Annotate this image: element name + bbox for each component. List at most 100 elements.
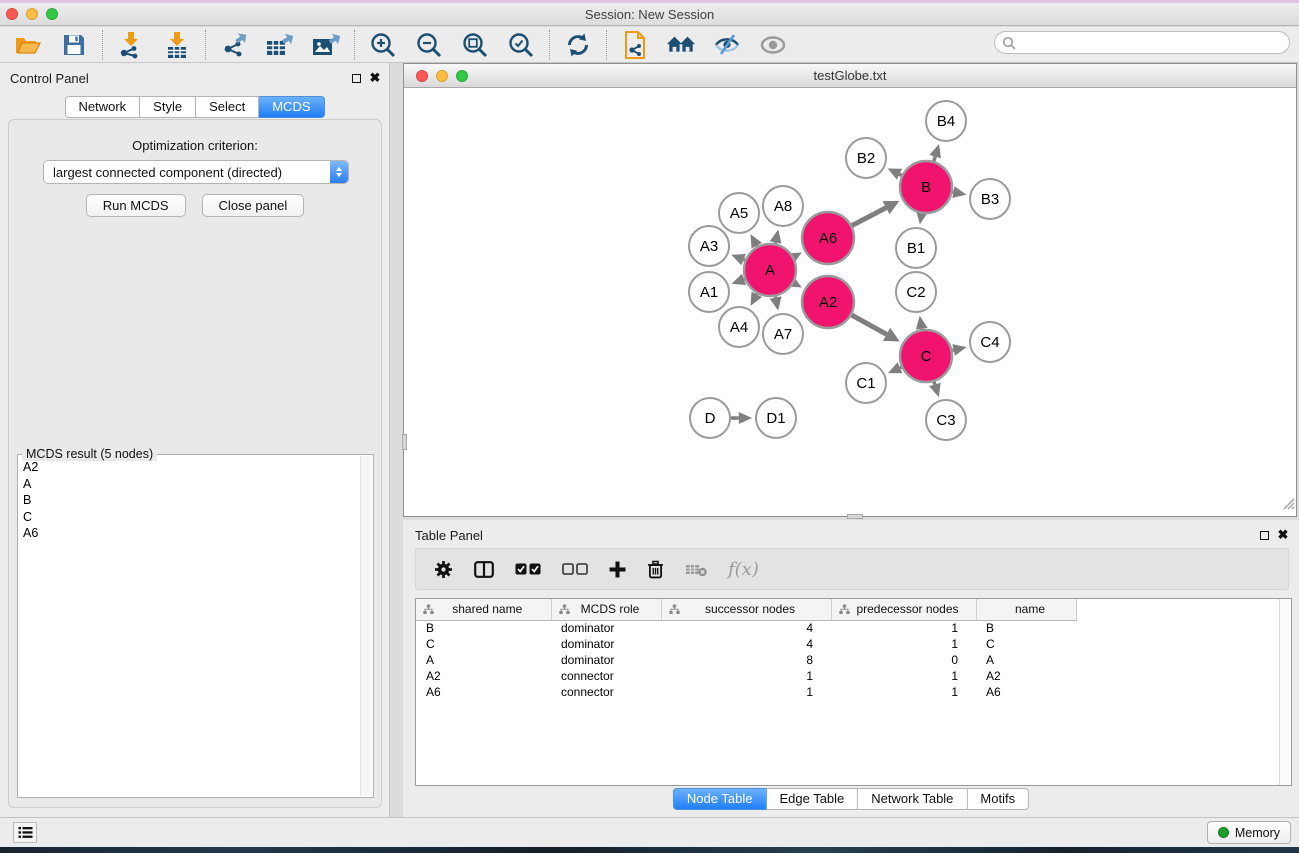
zoom-in-icon[interactable]: [368, 30, 398, 60]
edge-A6-B[interactable]: [852, 208, 886, 226]
window-title: Session: New Session: [585, 7, 714, 22]
float-icon: [1260, 531, 1269, 540]
float-panel-button[interactable]: [349, 71, 363, 85]
table-tab-motifs[interactable]: Motifs: [967, 788, 1029, 810]
search-input[interactable]: [1016, 33, 1289, 52]
mcds-result-list[interactable]: A2ABCA6: [19, 459, 360, 796]
network-zoom-button[interactable]: [456, 70, 468, 82]
column-type-icon: [839, 604, 850, 615]
close-panel-button-mcds[interactable]: Close panel: [202, 194, 305, 217]
memory-status-icon: [1218, 827, 1229, 838]
network-titlebar[interactable]: testGlobe.txt: [404, 64, 1296, 88]
network-canvas[interactable]: AA1A2A3A4A5A6A7A8BB1B2B3B4CC1C2C3C4DD1: [404, 89, 1296, 516]
status-bar: Memory: [0, 817, 1299, 847]
toggle-columns-icon[interactable]: [474, 561, 494, 578]
column-header-predecessor-nodes[interactable]: predecessor nodes: [831, 599, 976, 620]
tab-select[interactable]: Select: [196, 96, 259, 118]
mcds-result-item[interactable]: A6: [19, 525, 360, 542]
edge-C-C3[interactable]: [934, 382, 935, 385]
mcds-result-item[interactable]: C: [19, 509, 360, 526]
deselect-all-icon[interactable]: [562, 563, 588, 575]
table-row[interactable]: Adominator80A: [416, 652, 1076, 668]
zoom-fit-icon[interactable]: [460, 30, 490, 60]
arrowhead-icon: [929, 383, 940, 397]
close-panel-button[interactable]: ✖: [368, 71, 382, 85]
node-label-A8: A8: [774, 198, 792, 215]
export-network-icon[interactable]: [219, 30, 249, 60]
table-tab-node-table[interactable]: Node Table: [673, 788, 767, 810]
node-label-C3: C3: [936, 412, 955, 429]
save-icon[interactable]: [59, 30, 89, 60]
table-float-button[interactable]: [1257, 528, 1271, 542]
select-all-icon[interactable]: [515, 563, 541, 575]
zoom-out-icon[interactable]: [414, 30, 444, 60]
edge-B-B4[interactable]: [934, 157, 935, 162]
result-scrollbar[interactable]: [360, 456, 372, 796]
import-table-icon[interactable]: [162, 30, 192, 60]
control-panel-tabs: NetworkStyleSelectMCDS: [64, 96, 324, 118]
node-label-D1: D1: [766, 410, 785, 427]
table-panel-title: Table Panel: [415, 528, 483, 543]
settings-gear-icon[interactable]: [434, 560, 453, 579]
houses-icon[interactable]: [666, 30, 696, 60]
function-builder-icon[interactable]: f(x): [728, 559, 759, 580]
delete-column-icon[interactable]: [647, 560, 664, 579]
delete-table-icon[interactable]: [685, 562, 707, 577]
table-row[interactable]: Cdominator41C: [416, 636, 1076, 652]
minimize-window-button[interactable]: [26, 8, 38, 20]
network-window: testGlobe.txt AA1A2A3A4A5A6A7A8BB1B2B3B4…: [403, 63, 1297, 517]
network-close-button[interactable]: [416, 70, 428, 82]
refresh-icon[interactable]: [563, 30, 593, 60]
edge-A2-C[interactable]: [852, 315, 887, 334]
search-field[interactable]: [994, 31, 1290, 54]
tab-mcds[interactable]: MCDS: [259, 96, 324, 118]
node-label-D: D: [705, 410, 716, 427]
network-minimize-button[interactable]: [436, 70, 448, 82]
run-mcds-button[interactable]: Run MCDS: [86, 194, 186, 217]
task-history-button[interactable]: [13, 822, 37, 843]
table-row[interactable]: A2connector11A2: [416, 668, 1076, 684]
export-image-icon[interactable]: [311, 30, 341, 60]
tab-style[interactable]: Style: [140, 96, 196, 118]
column-header-successor-nodes[interactable]: successor nodes: [661, 599, 831, 620]
table-close-button[interactable]: ✖: [1276, 528, 1290, 542]
column-type-icon: [669, 604, 680, 615]
node-label-B: B: [921, 179, 931, 196]
show-eye-icon[interactable]: [758, 30, 788, 60]
column-header-name[interactable]: name: [976, 599, 1076, 620]
clone-network-icon[interactable]: [620, 30, 650, 60]
table-tab-edge-table[interactable]: Edge Table: [766, 788, 858, 810]
import-network-icon[interactable]: [116, 30, 146, 60]
node-label-C2: C2: [906, 284, 925, 301]
add-column-icon[interactable]: [609, 561, 626, 578]
splitter-handle-vertical[interactable]: [402, 434, 407, 450]
node-label-A: A: [765, 262, 775, 279]
network-graph[interactable]: AA1A2A3A4A5A6A7A8BB1B2B3B4CC1C2C3C4DD1: [404, 89, 1296, 516]
hide-eye-icon[interactable]: [712, 30, 742, 60]
tab-network[interactable]: Network: [64, 96, 140, 118]
table-scrollbar[interactable]: [1279, 599, 1291, 785]
memory-button[interactable]: Memory: [1207, 821, 1291, 844]
edge-B-B2[interactable]: [899, 174, 901, 175]
close-window-button[interactable]: [6, 8, 18, 20]
splitter-handle-horizontal[interactable]: [847, 514, 863, 519]
list-icon: [18, 826, 33, 839]
search-icon: [1002, 36, 1016, 50]
mcds-result-item[interactable]: A2: [19, 459, 360, 476]
table-tab-network-table[interactable]: Network Table: [858, 788, 967, 810]
table-row[interactable]: A6connector11A6: [416, 684, 1076, 700]
open-file-icon[interactable]: [13, 30, 43, 60]
mcds-result-item[interactable]: B: [19, 492, 360, 509]
table-row[interactable]: Bdominator41B: [416, 620, 1076, 636]
mcds-result-item[interactable]: A: [19, 476, 360, 493]
export-table-icon[interactable]: [265, 30, 295, 60]
criterion-dropdown[interactable]: largest connected component (directed): [43, 160, 349, 184]
zoom-selected-icon[interactable]: [506, 30, 536, 60]
column-header-shared-name[interactable]: shared name: [416, 599, 551, 620]
resize-grip[interactable]: [1281, 496, 1295, 515]
column-header-mcds-role[interactable]: MCDS role: [551, 599, 661, 620]
arrowhead-icon: [770, 296, 782, 310]
node-table[interactable]: shared nameMCDS rolesuccessor nodesprede…: [415, 598, 1292, 786]
desktop-strip-bottom: [0, 847, 1299, 853]
zoom-window-button[interactable]: [46, 8, 58, 20]
